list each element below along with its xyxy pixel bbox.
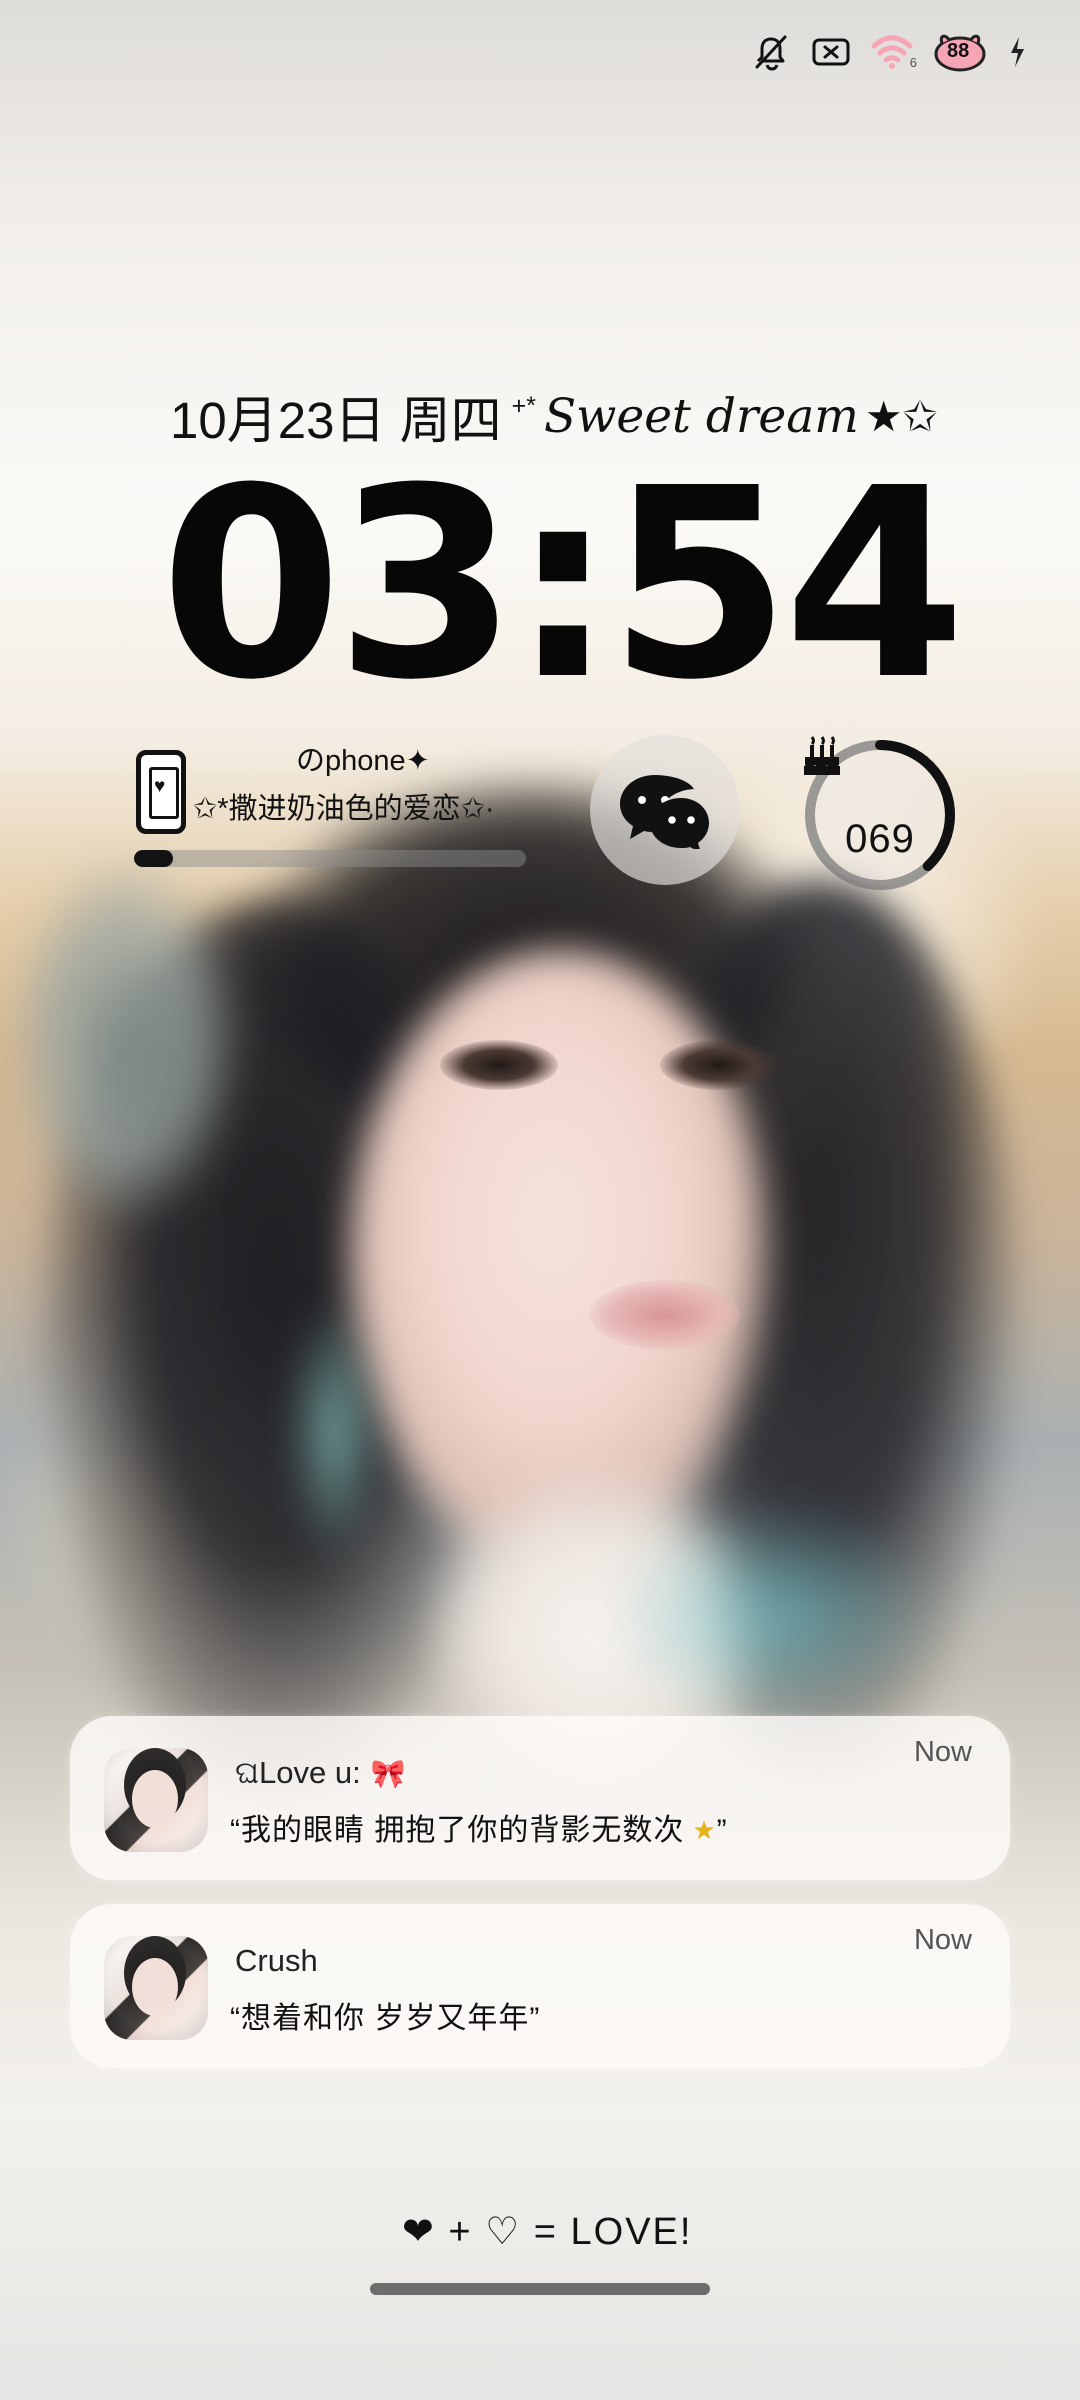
- notification-message-text: “我的眼睛 拥抱了你的背影无数次: [230, 1814, 685, 1847]
- wechat-icon: [620, 775, 709, 849]
- lock-clock: 03:54: [160, 432, 966, 737]
- bow-icon: 🎀: [370, 1758, 406, 1789]
- wallpaper-flower: [10, 860, 240, 1220]
- star-icon: ★: [692, 1815, 717, 1845]
- wallpaper-lips: [590, 1280, 740, 1350]
- wallpaper-necklace: [610, 1500, 940, 1730]
- phone-progress-fill: [134, 850, 174, 867]
- notification-title-text: ଘLove u:: [235, 1755, 361, 1790]
- sim-blocked-icon: [810, 35, 852, 69]
- wechat-button[interactable]: [590, 735, 740, 885]
- wifi-icon: 6: [870, 33, 917, 71]
- notification-message: “我的眼睛 拥抱了你的背影无数次 ★”: [230, 1811, 728, 1851]
- birthday-count: 069: [845, 817, 915, 861]
- avatar: [104, 1748, 208, 1852]
- silent-bell-icon: [750, 32, 792, 72]
- status-bar: 6 88: [750, 30, 1026, 74]
- heart-icon: ♥: [154, 776, 166, 797]
- notification-title: ଘLove u: 🎀: [235, 1753, 406, 1794]
- phone-progress-bar: [134, 850, 526, 867]
- charging-icon: [1008, 35, 1026, 69]
- phone-widget-subtitle: ✩*撒进奶油色的爱恋✩·: [193, 793, 495, 825]
- notification-time: Now: [913, 1736, 972, 1768]
- phone-widget-title: のphone✦: [296, 745, 430, 777]
- battery-icon: 88: [932, 31, 990, 73]
- notification-love-u[interactable]: ଘLove u: 🎀 “我的眼睛 拥抱了你的背影无数次 ★” Now: [70, 1716, 1010, 1880]
- wallpaper-earring: [290, 1300, 380, 1560]
- love-equation-text: ❤ + ♡ = LOVE!: [402, 2211, 693, 2253]
- notification-crush[interactable]: Crush “想着和你 岁岁又年年” Now: [70, 1904, 1010, 2068]
- battery-level: 88: [947, 40, 970, 62]
- home-indicator[interactable]: [370, 2283, 710, 2295]
- wallpaper-right-eye: [660, 1040, 778, 1090]
- cake-icon: [804, 736, 840, 775]
- lock-screen: 6 88 10月23日 周四 +* Sweet dream ★✩ 03:54 ♥…: [0, 0, 1080, 2400]
- phone-widget[interactable]: ♥ のphone✦ ✩*撒进奶油色的爱恋✩·: [130, 740, 560, 870]
- phone-heart-icon: ♥: [136, 750, 186, 834]
- notification-time: Now: [913, 1924, 972, 1956]
- notification-message: “想着和你 岁岁又年年”: [230, 2002, 541, 2035]
- wallpaper-left-eye: [440, 1040, 558, 1090]
- wifi-label: 6: [909, 55, 917, 70]
- notification-message-end: ”: [716, 1814, 728, 1847]
- notification-title: Crush: [235, 1943, 318, 1978]
- avatar: [104, 1936, 208, 2040]
- greeting-prefix-decoration: +*: [511, 391, 536, 420]
- birthday-countdown-widget[interactable]: 069: [800, 735, 960, 895]
